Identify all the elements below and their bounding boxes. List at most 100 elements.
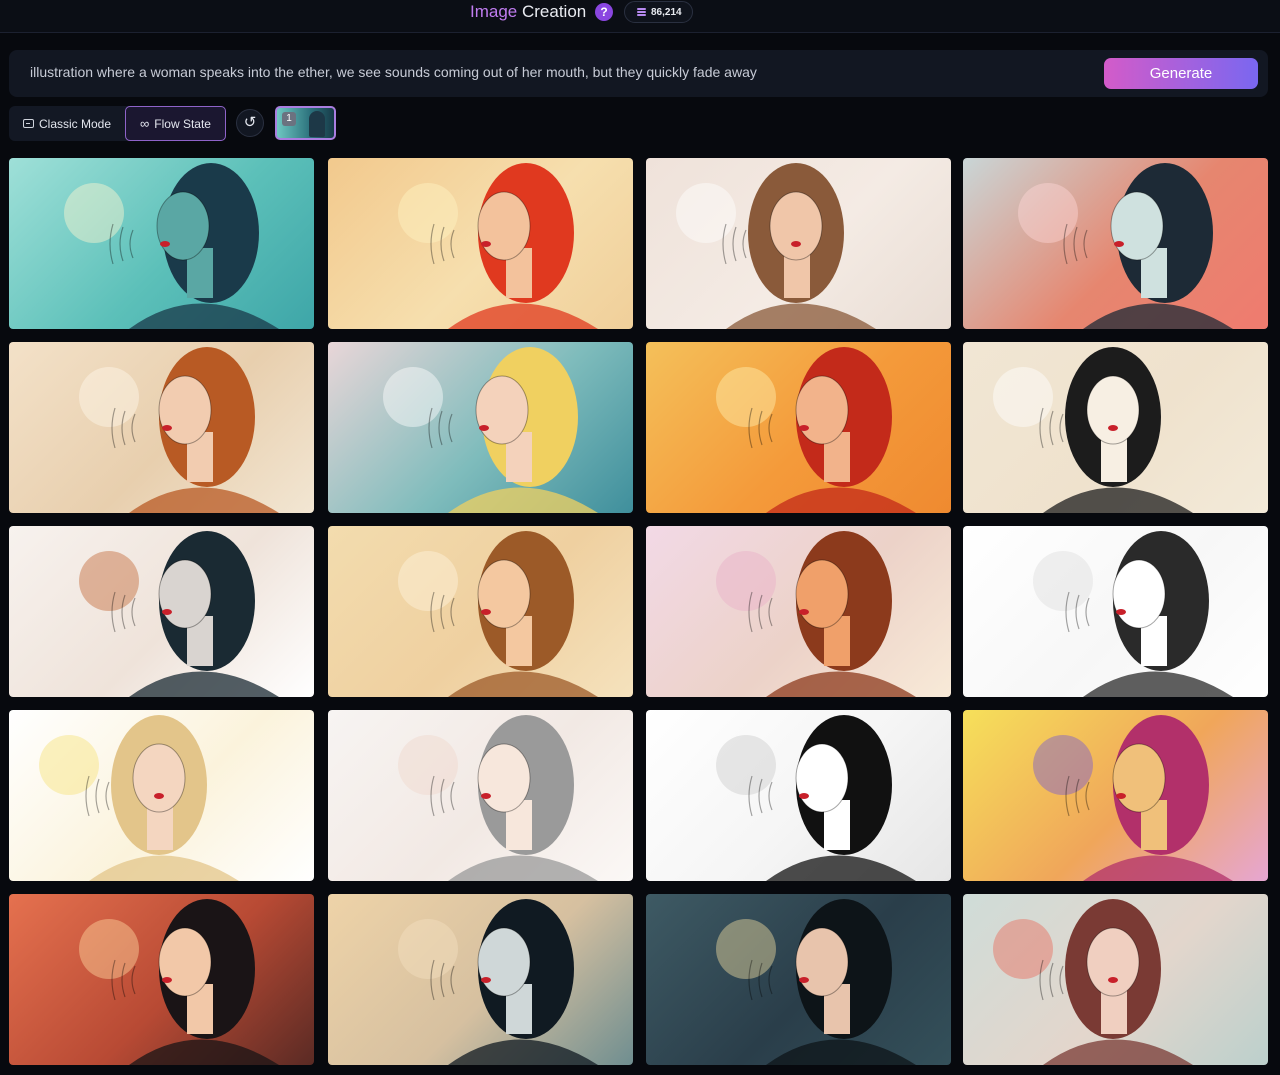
sound-wave [448, 413, 453, 443]
face-shape [1112, 559, 1166, 629]
sound-wave [742, 229, 747, 259]
image-icon [23, 119, 34, 128]
shoulders-shape [448, 303, 598, 329]
gallery-image[interactable] [328, 526, 633, 697]
gallery-image[interactable] [9, 342, 314, 513]
portrait-illustration [398, 899, 598, 1065]
face-shape [475, 375, 529, 445]
lips-shape [799, 425, 809, 431]
light-burst [398, 183, 458, 243]
gallery-image[interactable] [963, 894, 1268, 1065]
shoulders-shape [89, 855, 239, 881]
gallery-image[interactable] [646, 894, 951, 1065]
light-burst [716, 919, 776, 979]
sound-wave [450, 597, 455, 627]
face-shape [156, 191, 210, 261]
face-shape [769, 191, 823, 261]
gallery-image[interactable] [646, 526, 951, 697]
lips-shape [481, 793, 491, 799]
gallery-image[interactable] [328, 894, 633, 1065]
sound-wave [105, 781, 110, 811]
face-shape [477, 927, 531, 997]
portrait-illustration [716, 899, 916, 1065]
light-burst [79, 551, 139, 611]
shoulders-shape [448, 1039, 598, 1065]
sound-wave [1073, 226, 1078, 262]
flow-state-button[interactable]: ∞ Flow State [125, 106, 226, 141]
refresh-icon[interactable]: ↺ [236, 109, 264, 137]
lips-shape [1114, 241, 1124, 247]
sound-wave [732, 226, 737, 262]
sound-wave [438, 410, 443, 446]
face-shape [1086, 927, 1140, 997]
sound-wave [95, 778, 100, 814]
gallery-image[interactable] [646, 158, 951, 329]
shoulders-shape [766, 487, 916, 513]
shoulders-shape [129, 303, 279, 329]
gallery-image[interactable] [328, 342, 633, 513]
sound-wave [131, 597, 136, 627]
shoulders-shape [1043, 487, 1193, 513]
shoulders-shape [448, 855, 598, 881]
top-bar: Image Creation ? 86,214 [0, 0, 1280, 33]
portrait-illustration [39, 715, 239, 881]
face-shape [1112, 743, 1166, 813]
light-burst [1033, 735, 1093, 795]
light-burst [716, 551, 776, 611]
prompt-input[interactable]: illustration where a woman speaks into t… [30, 64, 757, 80]
portrait-illustration [79, 899, 279, 1065]
face-shape [158, 927, 212, 997]
lips-shape [481, 241, 491, 247]
light-burst [79, 367, 139, 427]
lips-shape [799, 793, 809, 799]
face-shape [795, 743, 849, 813]
gallery-image[interactable] [646, 710, 951, 881]
portrait-illustration [716, 531, 916, 697]
light-burst [716, 735, 776, 795]
gallery-image[interactable] [9, 710, 314, 881]
gallery-image[interactable] [963, 342, 1268, 513]
sound-wave [768, 597, 773, 627]
light-burst [383, 367, 443, 427]
lips-shape [1116, 609, 1126, 615]
classic-mode-label: Classic Mode [39, 116, 112, 131]
light-burst [676, 183, 736, 243]
gallery-image[interactable] [328, 158, 633, 329]
gallery-image[interactable] [646, 342, 951, 513]
light-burst [993, 919, 1053, 979]
sound-wave [1083, 229, 1088, 259]
credits-badge[interactable]: 86,214 [624, 1, 693, 23]
gallery-image[interactable] [963, 710, 1268, 881]
light-burst [993, 367, 1053, 427]
face-shape [1086, 375, 1140, 445]
classic-mode-button[interactable]: Classic Mode [9, 106, 125, 141]
sound-wave [450, 965, 455, 995]
generate-button[interactable]: Generate [1104, 58, 1258, 89]
sound-wave [450, 781, 455, 811]
lips-shape [479, 425, 489, 431]
face-shape [477, 743, 531, 813]
portrait-illustration [398, 715, 598, 881]
gallery-image[interactable] [963, 158, 1268, 329]
gallery-image[interactable] [9, 526, 314, 697]
lips-shape [791, 241, 801, 247]
gallery-image[interactable] [9, 158, 314, 329]
history-thumbnail[interactable]: 1 [275, 106, 336, 140]
prompt-bar: illustration where a woman speaks into t… [9, 50, 1268, 97]
portrait-illustration [1033, 531, 1233, 697]
gallery-image[interactable] [963, 526, 1268, 697]
sound-wave [1085, 597, 1090, 627]
question-icon[interactable]: ? [595, 3, 613, 21]
face-shape [1110, 191, 1164, 261]
gallery-image[interactable] [9, 894, 314, 1065]
coins-icon [637, 8, 646, 16]
lips-shape [1116, 793, 1126, 799]
face-shape [795, 927, 849, 997]
portrait-illustration [383, 347, 598, 513]
lips-shape [481, 609, 491, 615]
sound-wave [131, 413, 136, 443]
portrait-illustration [398, 531, 598, 697]
shoulders-shape [766, 855, 916, 881]
gallery-image[interactable] [328, 710, 633, 881]
face-shape [132, 743, 186, 813]
